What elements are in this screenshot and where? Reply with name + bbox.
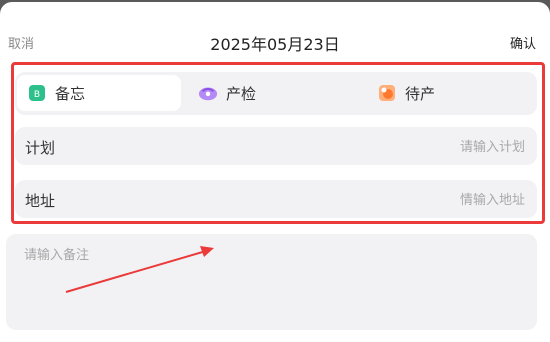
type-selector-row: B 备忘 产检 待产	[15, 75, 535, 111]
tab-checkup-label: 产检	[226, 84, 257, 103]
checkup-icon	[198, 83, 218, 103]
sheet-header: 取消 2025年05月23日 确认	[0, 2, 550, 82]
delivery-icon	[377, 83, 397, 103]
address-input[interactable]	[263, 180, 527, 220]
plan-input[interactable]	[263, 127, 527, 167]
tab-memo-label: 备忘	[55, 84, 86, 103]
confirm-button[interactable]: 确认	[510, 33, 536, 52]
remark-textarea[interactable]	[6, 234, 537, 330]
svg-text:B: B	[34, 90, 40, 100]
tab-delivery-label: 待产	[405, 84, 436, 103]
plan-label: 计划	[25, 139, 56, 157]
plan-field: 计划	[15, 127, 537, 167]
tab-checkup[interactable]: 产检	[198, 75, 358, 111]
memo-icon: B	[27, 83, 47, 103]
date-title[interactable]: 2025年05月23日	[0, 31, 550, 55]
tab-delivery[interactable]: 待产	[377, 75, 533, 111]
bottom-sheet: 取消 2025年05月23日 确认 B 备忘 产检 待产 计划 请输入计划 地址…	[0, 2, 550, 342]
address-label: 地址	[25, 192, 56, 210]
tab-memo[interactable]: B 备忘	[17, 75, 181, 111]
address-field: 地址	[15, 180, 537, 220]
